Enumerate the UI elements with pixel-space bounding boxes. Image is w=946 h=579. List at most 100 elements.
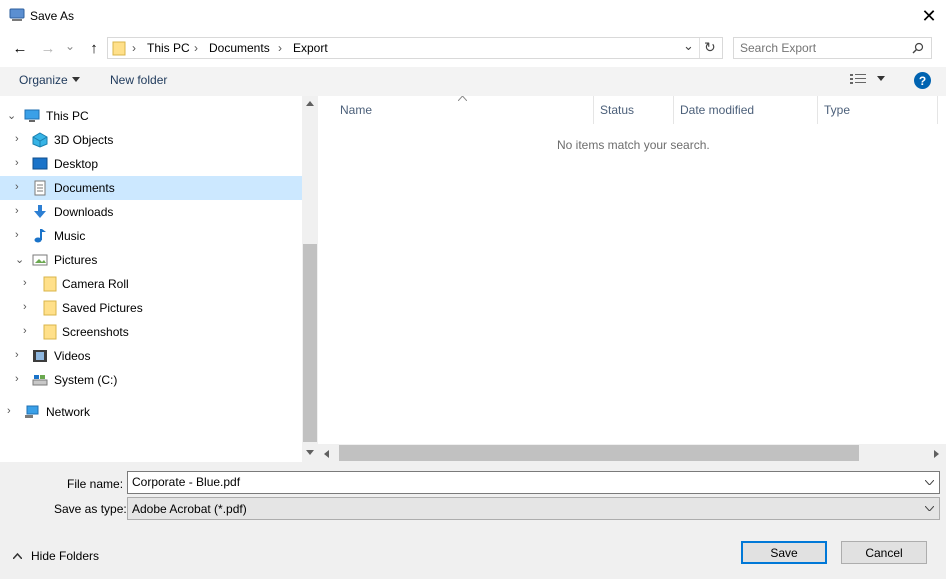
column-header-date-modified[interactable]: Date modified xyxy=(674,96,818,124)
scroll-left-icon[interactable] xyxy=(324,450,329,458)
help-button[interactable]: ? xyxy=(914,72,931,89)
tree-item-3d-objects[interactable]: › 3D Objects xyxy=(0,128,302,152)
back-arrow-icon: ← xyxy=(12,39,28,57)
tree-item-videos[interactable]: › Videos xyxy=(0,344,302,368)
breadcrumb-separator: › xyxy=(194,41,198,55)
breadcrumb-this-pc[interactable]: This PC xyxy=(147,41,190,55)
chevron-down-icon[interactable] xyxy=(925,480,934,485)
caret-down-icon xyxy=(71,77,80,82)
save-as-type-select[interactable]: Adobe Acrobat (*.pdf) xyxy=(127,497,940,520)
chevron-down-icon[interactable] xyxy=(925,506,934,511)
organize-button[interactable]: Organize xyxy=(19,73,80,87)
column-header-type[interactable]: Type xyxy=(818,96,938,124)
file-name-input[interactable] xyxy=(132,475,912,489)
chevron-right-icon[interactable]: › xyxy=(23,301,33,315)
column-header-label: Status xyxy=(600,103,635,117)
address-dropdown-icon[interactable]: ⌄ xyxy=(683,38,694,54)
breadcrumb-export[interactable]: Export xyxy=(293,41,328,55)
refresh-icon[interactable]: ↻ xyxy=(704,39,716,56)
tree-item-label: System (C:) xyxy=(54,373,118,387)
tree-item-pictures[interactable]: ⌄ Pictures xyxy=(0,248,302,272)
save-button-label: Save xyxy=(770,545,798,560)
tree-item-label: Network xyxy=(46,405,91,419)
search-icon xyxy=(912,42,924,54)
folder-icon xyxy=(43,300,57,316)
scrollbar-thumb[interactable] xyxy=(339,445,859,461)
chevron-right-icon[interactable]: › xyxy=(15,229,25,243)
save-as-type-label: Save as type: xyxy=(54,502,127,516)
chevron-right-icon[interactable]: › xyxy=(15,181,25,195)
save-button[interactable]: Save xyxy=(741,541,827,564)
recent-locations-button[interactable]: ⌄ xyxy=(63,35,77,57)
tree-item-downloads[interactable]: › Downloads xyxy=(0,200,302,224)
tree-item-desktop[interactable]: › Desktop xyxy=(0,152,302,176)
chevron-right-icon[interactable]: › xyxy=(15,133,25,147)
tree-item-label: Desktop xyxy=(54,157,99,171)
tree-item-label: Videos xyxy=(54,349,91,363)
scroll-up-icon[interactable] xyxy=(306,101,314,106)
organize-label: Organize xyxy=(19,73,68,87)
computer-icon xyxy=(24,109,40,122)
tree-item-label: Downloads xyxy=(54,205,114,219)
breadcrumb-separator: › xyxy=(278,41,282,55)
chevron-right-icon[interactable]: › xyxy=(15,157,25,171)
up-arrow-icon: ↑ xyxy=(90,39,98,57)
save-as-type-value: Adobe Acrobat (*.pdf) xyxy=(132,502,247,516)
tree-item-this-pc[interactable]: ⌄ This PC xyxy=(0,104,302,128)
tree-item-label: This PC xyxy=(46,109,89,123)
column-header-status[interactable]: Status xyxy=(594,96,674,124)
navigation-pane-scrollbar[interactable] xyxy=(302,96,318,462)
tree-item-network[interactable]: › Network xyxy=(0,400,302,424)
tree-item-camera-roll[interactable]: › Camera Roll xyxy=(0,272,302,296)
tree-item-label: Saved Pictures xyxy=(62,301,143,315)
scroll-down-icon[interactable] xyxy=(306,450,314,455)
column-header-name[interactable]: Name xyxy=(334,96,594,124)
forward-button[interactable]: → xyxy=(38,37,58,59)
chevron-expanded-icon[interactable]: ⌄ xyxy=(7,109,17,123)
tree-item-screenshots[interactable]: › Screenshots xyxy=(0,320,302,344)
tree-item-music[interactable]: › Music xyxy=(0,224,302,248)
tree-item-label: 3D Objects xyxy=(54,133,114,147)
window-title: Save As xyxy=(30,9,75,23)
3d-objects-icon xyxy=(32,132,48,148)
change-view-button[interactable] xyxy=(850,73,885,85)
hide-folders-label: Hide Folders xyxy=(31,549,100,563)
save-dialog-icon xyxy=(9,8,25,21)
back-button[interactable]: ← xyxy=(10,37,30,59)
tree-item-label: Screenshots xyxy=(62,325,129,339)
chevron-right-icon[interactable]: › xyxy=(15,373,25,387)
chevron-right-icon[interactable]: › xyxy=(15,205,25,219)
chevron-right-icon[interactable]: › xyxy=(23,325,33,339)
network-icon xyxy=(25,405,39,418)
file-list-horizontal-scrollbar[interactable] xyxy=(318,444,946,462)
empty-message: No items match your search. xyxy=(557,138,710,152)
file-list: Name Status Date modified Type No items … xyxy=(318,96,946,462)
cancel-button[interactable]: Cancel xyxy=(841,541,927,564)
file-name-combobox[interactable] xyxy=(127,471,940,494)
address-bar[interactable]: › This PC › Documents › Export ⌄ ↻ xyxy=(107,37,723,59)
tree-item-documents[interactable]: › Documents xyxy=(0,176,302,200)
up-button[interactable]: ↑ xyxy=(84,37,104,59)
tree-item-saved-pictures[interactable]: › Saved Pictures xyxy=(0,296,302,320)
chevron-right-icon[interactable]: › xyxy=(7,405,17,419)
pictures-icon xyxy=(32,254,48,266)
folder-icon xyxy=(43,324,57,340)
search-input[interactable] xyxy=(740,41,900,55)
tree-item-label: Music xyxy=(54,229,86,243)
chevron-right-icon[interactable]: › xyxy=(15,349,25,363)
music-icon xyxy=(34,229,46,243)
column-header-label: Date modified xyxy=(680,103,755,117)
tree-item-system-drive[interactable]: › System (C:) xyxy=(0,368,302,392)
scroll-right-icon[interactable] xyxy=(934,450,939,458)
documents-icon xyxy=(34,180,46,196)
close-button[interactable]: ✕ xyxy=(912,2,946,30)
search-box[interactable] xyxy=(733,37,932,59)
scrollbar-thumb[interactable] xyxy=(303,244,317,442)
breadcrumb-documents[interactable]: Documents xyxy=(209,41,270,55)
chevron-expanded-icon[interactable]: ⌄ xyxy=(15,253,25,267)
chevron-right-icon[interactable]: › xyxy=(23,277,33,291)
hide-folders-button[interactable]: Hide Folders xyxy=(13,549,99,563)
new-folder-button[interactable]: New folder xyxy=(110,73,167,87)
column-header-label: Name xyxy=(340,103,373,117)
drive-icon xyxy=(32,375,48,386)
